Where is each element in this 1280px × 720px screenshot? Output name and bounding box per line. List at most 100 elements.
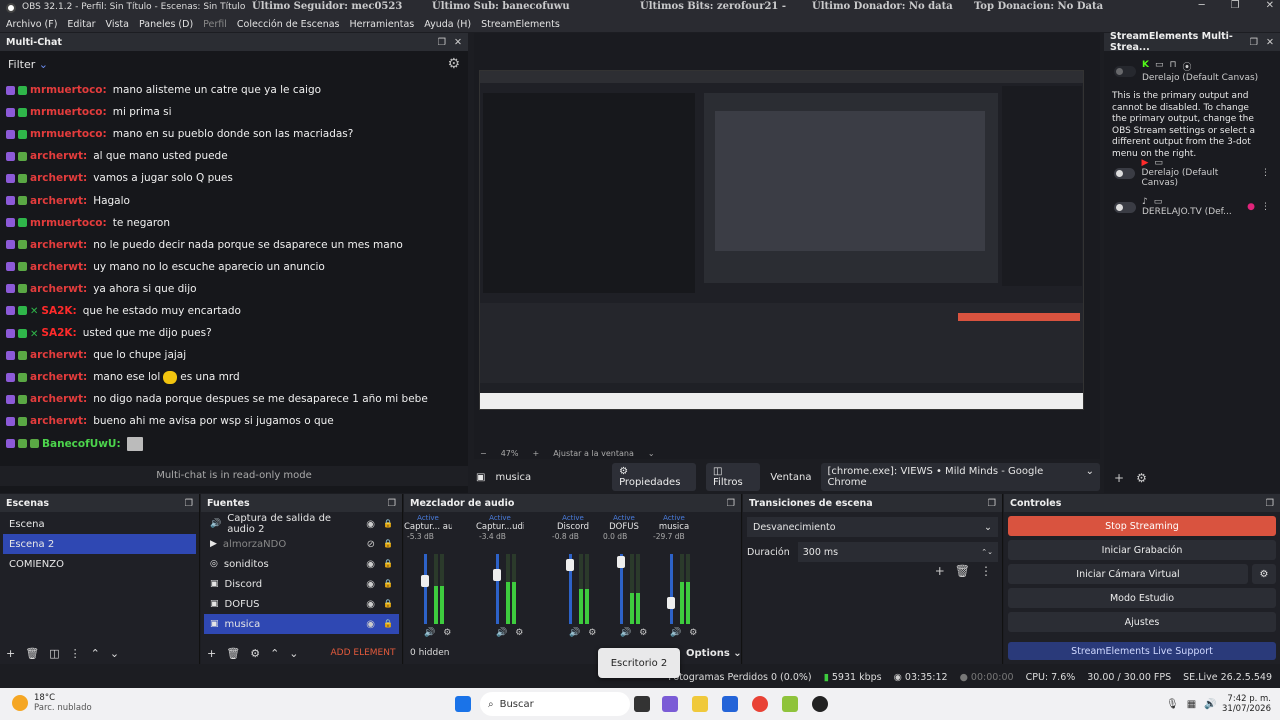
window-select[interactable]: [chrome.exe]: VIEWS • Mild Minds - Googl… [821,463,1100,491]
float-icon[interactable]: ❐ [438,37,447,48]
preview-area[interactable] [474,33,1100,459]
trash-icon[interactable]: 🗑 [955,564,970,578]
app-icon[interactable] [782,696,798,712]
menu-streamelements[interactable]: StreamElements [481,19,560,30]
menu-perfil[interactable]: Perfil [203,19,227,30]
lock-icon[interactable]: 🔒 [383,519,393,530]
fit-window[interactable]: Ajustar a la ventana [553,449,634,458]
source-item[interactable]: ▣ musica ◉ 🔒 [204,614,399,634]
gear-icon[interactable]: ⚙ [250,647,260,660]
mute-icon[interactable]: 🔊 [424,628,435,638]
mute-icon[interactable]: 🔊 [496,628,507,638]
add-icon[interactable]: + [6,647,15,660]
float-icon[interactable]: ❐ [1250,37,1259,48]
volume-knob[interactable] [566,558,574,571]
properties-button[interactable]: ⚙ Propiedades [612,463,697,491]
filters-button[interactable]: ◫ Filtros [706,463,761,491]
add-element-button[interactable]: ADD ELEMENT [331,648,396,658]
more-icon[interactable]: ⋮ [70,647,81,660]
transition-select[interactable]: Desvanecimiento ⌄ [747,517,998,537]
filter-icon[interactable]: ◫ [49,647,59,660]
minimize-icon[interactable]: ─ [1199,0,1205,11]
options-button[interactable]: Options ⌄ [686,648,742,659]
hidden-count[interactable]: 0 hidden [410,648,449,658]
start-recording-button[interactable]: Iniciar Grabación [1008,540,1276,560]
add-icon[interactable]: + [207,647,216,660]
down-icon[interactable]: ⌄ [289,647,298,660]
float-icon[interactable]: ❐ [726,498,735,509]
source-item[interactable]: ◎ soniditos ◉ 🔒 [204,554,399,574]
lock-icon[interactable]: 🔒 [383,579,393,590]
down-icon[interactable]: ⌄ [110,647,119,660]
channel-name[interactable]: Captur... audio [404,522,452,532]
menu-herramientas[interactable]: Herramientas [350,19,415,30]
visibility-icon[interactable]: ◉ [366,559,375,570]
float-icon[interactable]: ❐ [1265,498,1274,509]
mic-icon[interactable]: 🎙 [1166,699,1179,710]
filter-dropdown[interactable]: Filter ⌄ [8,58,48,71]
lock-icon[interactable]: 🔒 [383,599,393,610]
source-item[interactable]: ▣ DOFUS ◉ 🔒 [204,594,399,614]
channel-settings-icon[interactable]: ⚙ [515,628,523,638]
more-icon[interactable]: ⋮ [980,564,992,578]
start-virtualcam-button[interactable]: Iniciar Cámara Virtual [1008,564,1248,584]
float-icon[interactable]: ❐ [987,498,996,509]
volume-slider[interactable] [496,554,499,624]
trash-icon[interactable]: 🗑 [25,647,39,660]
float-icon[interactable]: ❐ [387,498,396,509]
obs-icon[interactable] [812,696,828,712]
settings-icon[interactable]: ⚙ [447,56,460,72]
close-dock-icon[interactable]: ✕ [454,37,462,48]
stop-streaming-button[interactable]: Stop Streaming [1008,516,1276,536]
se-settings-icon[interactable]: ⚙ [1136,471,1147,485]
preview-canvas[interactable] [479,70,1084,410]
visibility-icon[interactable]: ◉ [366,519,375,530]
channel-settings-icon[interactable]: ⚙ [443,628,451,638]
mute-icon[interactable]: 🔊 [670,628,681,638]
trash-icon[interactable]: 🗑 [226,647,240,660]
lock-icon[interactable]: 🔒 [383,559,393,570]
search-box[interactable]: ⌕ Buscar [480,692,630,716]
visibility-icon[interactable]: ⊘ [367,539,375,550]
fit-dropdown-icon[interactable]: ⌄ [648,449,655,458]
close-dock-icon[interactable]: ✕ [1266,37,1274,48]
output-toggle[interactable] [1114,65,1136,77]
up-icon[interactable]: ⌃ [91,647,100,660]
channel-name[interactable]: DOFUS [600,522,648,532]
zoom-out-icon[interactable]: − [480,449,487,458]
volume-knob[interactable] [421,574,429,587]
store-icon[interactable] [722,696,738,712]
weather-widget[interactable]: 18°C Parc. nublado [12,693,92,713]
scene-item-selected[interactable]: Escena 2 [3,534,196,554]
visibility-icon[interactable]: ◉ [366,619,375,630]
virtualcam-settings-icon[interactable]: ⚙ [1252,564,1276,584]
live-support-button[interactable]: StreamElements Live Support [1008,642,1276,660]
channel-name[interactable]: Captur...udio 2 [476,522,524,532]
source-item[interactable]: ▶ almorzaNDO ⊘ 🔒 [204,534,399,554]
menu-paneles[interactable]: Paneles (D) [139,19,193,30]
volume-knob[interactable] [667,597,675,609]
duration-input[interactable]: 300 ms ⌃⌄ [797,542,998,562]
explorer-icon[interactable] [692,696,708,712]
up-icon[interactable]: ⌃ [270,647,279,660]
clock[interactable]: 7:42 p. m. 31/07/2026 [1222,694,1271,714]
visibility-icon[interactable]: ◉ [366,599,375,610]
output-toggle[interactable] [1114,201,1136,213]
lock-icon[interactable]: 🔒 [383,539,393,550]
scene-item[interactable]: Escena [3,514,196,534]
close-icon[interactable]: ✕ [1266,0,1274,11]
start-icon[interactable] [455,696,471,712]
chrome-icon[interactable] [752,696,768,712]
visibility-icon[interactable]: ◉ [366,579,375,590]
mute-icon[interactable]: 🔊 [569,628,580,638]
settings-button[interactable]: Ajustes [1008,612,1276,632]
lock-icon[interactable]: 🔒 [383,619,393,630]
volume-slider[interactable] [424,554,427,624]
output-toggle[interactable] [1114,167,1136,179]
menu-archivo[interactable]: Archivo (F) [6,19,57,30]
add-output-icon[interactable]: + [1114,471,1124,485]
source-item[interactable]: 🔊 Captura de salida de audio 2 ◉ 🔒 [204,513,399,535]
volume-knob[interactable] [493,569,501,581]
float-icon[interactable]: ❐ [184,498,193,509]
channel-name[interactable]: Discord [549,522,597,532]
